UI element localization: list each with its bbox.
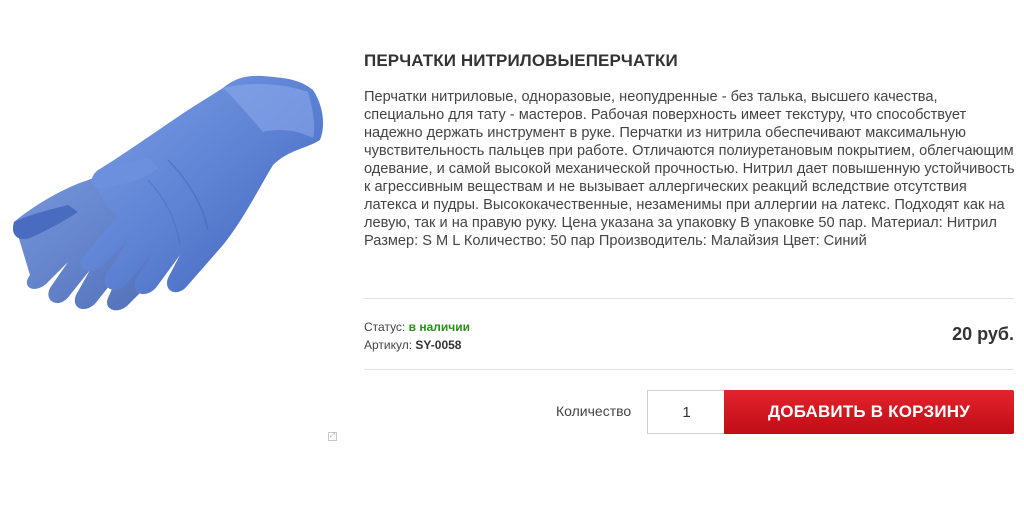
quantity-input[interactable] [647,390,725,434]
product-price: 20 руб. [952,324,1014,344]
product-meta: Статус: в наличии Артикул: SY-0058 [364,318,470,354]
product-details: ПЕРЧАТКИ НИТРИЛОВЫЕПЕРЧАТКИ Перчатки нит… [364,50,1015,250]
product-image[interactable]: ⤢ [8,70,337,441]
product-page: ⤢ ПЕРЧАТКИ НИТРИЛОВЫЕПЕРЧАТКИ Перчатки н… [0,0,1024,519]
sku-value: SY-0058 [415,338,462,352]
add-to-cart-button[interactable]: ДОБАВИТЬ В КОРЗИНУ [724,390,1014,434]
product-title: ПЕРЧАТКИ НИТРИЛОВЫЕПЕРЧАТКИ [364,51,678,70]
divider-top [364,298,1014,299]
status-label: Статус: [364,320,406,334]
status-value: в наличии [408,320,470,334]
status-row: Статус: в наличии [364,318,470,336]
sku-row: Артикул: SY-0058 [364,336,470,354]
divider-bottom [364,369,1014,370]
product-description: Перчатки нитриловые, одноразовые, неопуд… [364,89,1015,249]
quantity-label: Количество [556,403,632,419]
zoom-icon[interactable]: ⤢ [328,432,337,441]
gloves-image [12,75,324,311]
sku-label: Артикул: [364,338,413,352]
